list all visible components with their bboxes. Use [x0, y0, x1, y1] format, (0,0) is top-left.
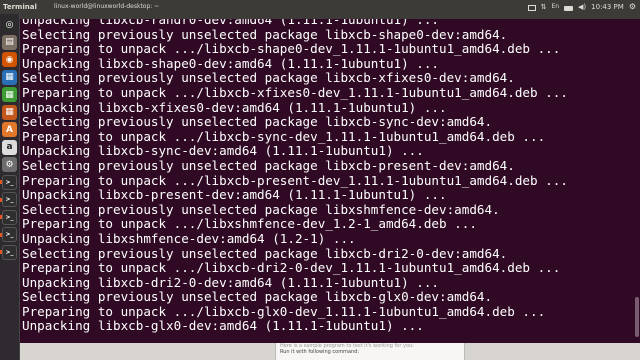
- files-icon[interactable]: ▤: [2, 34, 17, 50]
- terminal-line: Unpacking libxcb-shape0-dev:amd64 (1.11.…: [22, 55, 440, 71]
- terminal-window[interactable]: Unpacking libxcb-randr0-dev:amd64 (1.11.…: [20, 19, 640, 343]
- terminal-line: Selecting previously unselected package …: [22, 289, 493, 305]
- terminal-line: Preparing to unpack .../libxcb-present-d…: [22, 172, 568, 188]
- terminal-line: Preparing to unpack .../libxshmfence-dev…: [22, 216, 477, 232]
- firefox-icon[interactable]: ◉: [2, 52, 17, 67]
- gear-icon[interactable]: ⚙: [629, 0, 636, 14]
- terminal-line: Selecting previously unselected package …: [22, 201, 500, 217]
- running-indicator: [0, 180, 2, 184]
- terminal-line: Preparing to unpack .../libxcb-dri2-0-de…: [22, 260, 561, 276]
- window-title: linux-world@linuxworld-desktop: ~: [54, 3, 160, 10]
- running-indicator: [0, 215, 2, 219]
- ubuntu-dash-icon[interactable]: ◎: [2, 17, 17, 32]
- terminal-scrollbar[interactable]: [635, 23, 639, 339]
- background-document[interactable]: Here is a sample program to test it's wo…: [275, 343, 465, 360]
- keyboard-layout-icon[interactable]: En: [551, 0, 559, 14]
- mail-icon[interactable]: [527, 5, 536, 11]
- software-center-icon[interactable]: A: [2, 122, 17, 137]
- amazon-icon[interactable]: a: [2, 139, 17, 155]
- terminal-line: Unpacking libxcb-present-dev:amd64 (1.11…: [22, 187, 447, 203]
- launcher: ◎ ▤ ◉ ▦ ▦ ▦ Aa ⚙ >_ >_ >_ >_ >_: [0, 14, 20, 360]
- libreoffice-calc-icon[interactable]: ▦: [2, 87, 17, 102]
- terminal-line: Selecting previously unselected package …: [22, 157, 515, 173]
- terminal-line: Preparing to unpack .../libxcb-sync-dev_…: [22, 128, 546, 144]
- libreoffice-impress-icon[interactable]: ▦: [2, 104, 17, 120]
- terminal-line: Preparing to unpack .../libxcb-xfixes0-d…: [22, 84, 568, 100]
- system-settings-icon[interactable]: ⚙: [2, 157, 17, 172]
- terminal-icon[interactable]: >_: [2, 209, 17, 225]
- panel-indicators: ⇅ En ◀) 10:43 PM ⚙: [527, 0, 636, 14]
- terminal-line: Unpacking libxcb-sync-dev:amd64 (1.11.1-…: [22, 143, 424, 159]
- document-line: Run it with following command:: [280, 349, 360, 355]
- terminal-line: Unpacking libxshmfence-dev:amd64 (1.2-1)…: [22, 230, 356, 246]
- terminal-line: Selecting previously unselected package …: [22, 114, 493, 130]
- terminal-icon[interactable]: >_: [2, 227, 17, 242]
- terminal-line: Preparing to unpack .../libxcb-glx0-dev_…: [22, 303, 546, 319]
- terminal-line: Unpacking libxcb-xfixes0-dev:amd64 (1.11…: [22, 99, 447, 115]
- clock-label[interactable]: 10:43 PM: [591, 0, 624, 14]
- terminal-line: Preparing to unpack .../libxcb-shape0-de…: [22, 41, 561, 57]
- terminal-line: Unpacking libxcb-dri2-0-dev:amd64 (1.11.…: [22, 274, 440, 290]
- terminal-icon[interactable]: >_: [2, 174, 17, 190]
- terminal-icon[interactable]: >_: [2, 192, 17, 207]
- terminal-line: Selecting previously unselected package …: [22, 70, 515, 86]
- network-icon[interactable]: ⇅: [541, 0, 547, 14]
- running-indicator: [0, 232, 2, 237]
- terminal-line: Selecting previously unselected package …: [22, 26, 508, 42]
- background-window-area: Here is a sample program to test it's wo…: [20, 343, 640, 360]
- libreoffice-writer-icon[interactable]: ▦: [2, 69, 17, 85]
- terminal-icon[interactable]: >_: [2, 244, 17, 260]
- running-indicator: [0, 250, 2, 254]
- top-panel: Terminal linux-world@linuxworld-desktop:…: [0, 0, 640, 14]
- desktop-screen: Terminal linux-world@linuxworld-desktop:…: [0, 0, 640, 360]
- terminal-output: Unpacking libxcb-randr0-dev:amd64 (1.11.…: [22, 19, 568, 334]
- terminal-line: Selecting previously unselected package …: [22, 245, 508, 261]
- volume-icon[interactable]: ◀): [578, 0, 586, 14]
- terminal-line: Unpacking libxcb-glx0-dev:amd64 (1.11.1-…: [22, 318, 424, 334]
- scrollbar-thumb[interactable]: [635, 297, 639, 337]
- battery-icon[interactable]: [564, 5, 574, 11]
- running-indicator: [0, 197, 2, 202]
